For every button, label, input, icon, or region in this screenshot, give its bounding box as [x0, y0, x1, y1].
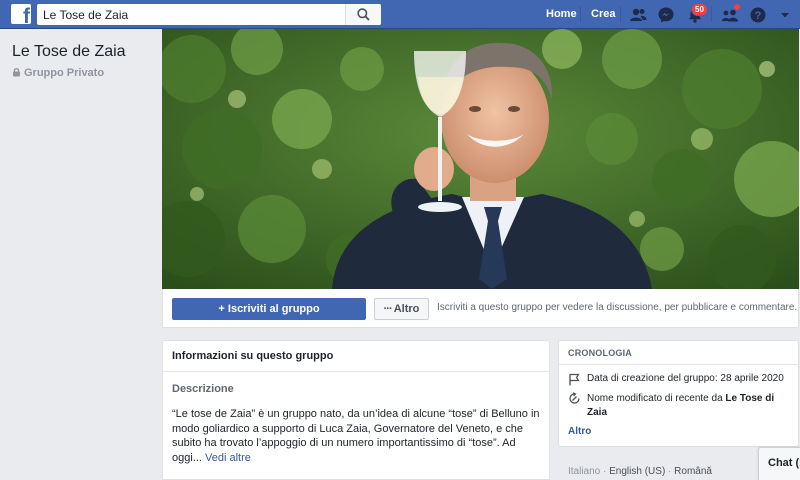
search-button[interactable]	[345, 4, 381, 25]
lock-icon	[13, 68, 20, 77]
more-options-button[interactable]: ··· Altro	[374, 298, 429, 320]
cover-image	[162, 29, 799, 289]
renamed-prefix: Nome modificato di recente da	[587, 393, 723, 404]
more-dots-icon: ···	[383, 303, 394, 315]
timeline-more-link[interactable]: Altro	[568, 426, 591, 437]
left-sidebar: Le Tose de Zaia Gruppo Privato	[0, 29, 150, 480]
create-link[interactable]: Crea	[591, 8, 615, 20]
language-option[interactable]: English (US)	[609, 466, 665, 477]
info-card-title: Informazioni su questo gruppo	[172, 350, 334, 362]
timeline-divider	[559, 364, 798, 365]
plus-icon: +	[218, 303, 228, 315]
see-more-link[interactable]: Vedi altre	[205, 452, 251, 464]
nav-separator	[580, 6, 581, 22]
top-navigation-bar: f Home Crea 50 ?	[0, 0, 800, 29]
search-icon	[357, 8, 370, 21]
timeline-card: CRONOLOGIA Data di creazione del gruppo:…	[558, 340, 799, 447]
help-icon[interactable]: ?	[748, 5, 768, 25]
description-heading: Descrizione	[172, 383, 234, 395]
groups-notification-dot	[733, 3, 741, 11]
account-menu-chevron-down-icon[interactable]	[775, 5, 795, 25]
group-cover-photo[interactable]	[162, 29, 799, 289]
nav-separator	[620, 6, 621, 22]
more-options-label: Altro	[393, 303, 420, 315]
renamed-text: Nome modificato di recente da Le Tose di…	[587, 392, 792, 419]
friend-requests-icon[interactable]	[628, 5, 648, 25]
nav-separator	[711, 6, 712, 22]
join-group-label: Iscriviti al gruppo	[227, 303, 320, 315]
group-info-card: Informazioni su questo gruppo Descrizion…	[162, 340, 550, 480]
join-hint-text: Iscriviti a questo gruppo per vedere la …	[437, 302, 798, 313]
created-date-text: Data di creazione del gruppo: 28 aprile …	[587, 373, 784, 384]
timeline-title: CRONOLOGIA	[568, 348, 632, 358]
description-text: “Le tose de Zaia” è un gruppo nato, da u…	[172, 407, 542, 466]
search-box	[37, 4, 381, 25]
search-input[interactable]	[37, 4, 347, 25]
notifications-badge: 50	[691, 3, 708, 16]
info-card-divider	[163, 371, 549, 372]
history-edit-icon	[569, 392, 580, 404]
facebook-logo-icon[interactable]: f	[11, 4, 31, 24]
chat-tab[interactable]: Chat (1	[758, 447, 800, 480]
svg-text:?: ?	[755, 10, 762, 22]
home-link[interactable]: Home	[546, 8, 577, 20]
flag-icon	[569, 373, 580, 386]
join-group-button[interactable]: + Iscriviti al gruppo	[172, 298, 366, 320]
group-privacy-label: Gruppo Privato	[24, 67, 105, 79]
group-action-bar: + Iscriviti al gruppo ··· Altro Iscrivit…	[162, 289, 799, 328]
messenger-icon[interactable]	[656, 5, 676, 25]
language-selector: Italiano · English (US) · Română	[568, 466, 712, 477]
group-privacy: Gruppo Privato	[12, 67, 104, 79]
chat-label: Chat (1	[768, 457, 800, 469]
language-current: Italiano	[568, 466, 601, 477]
language-option[interactable]: Română	[674, 466, 712, 477]
group-name[interactable]: Le Tose de Zaia	[12, 43, 126, 61]
